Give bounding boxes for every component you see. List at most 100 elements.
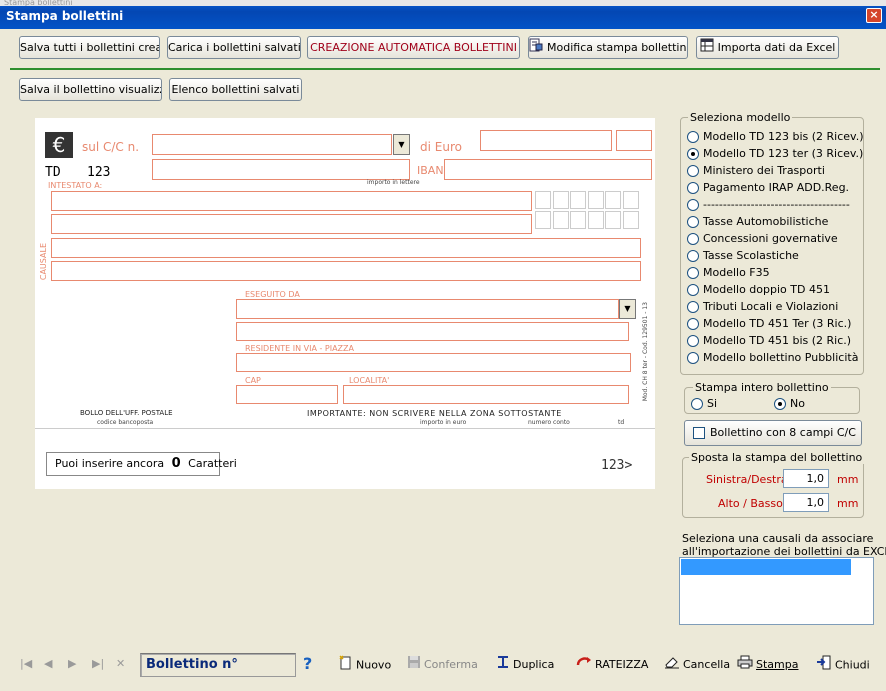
eseguito-label: ESEGUITO DA	[245, 290, 300, 299]
di-euro-label: di Euro	[420, 140, 462, 154]
radio-circle-icon	[687, 301, 699, 313]
modello-option-label: Modello TD 123 ter (3 Ricev.)	[703, 147, 864, 160]
intero-no-radio[interactable]: No	[774, 397, 805, 413]
duplica-label: Duplica	[513, 658, 555, 671]
importo-lettere-field[interactable]	[152, 159, 410, 180]
euro-cents-field[interactable]	[616, 130, 652, 151]
save-all-button[interactable]: Salva tutti i bollettini creati	[19, 36, 160, 59]
intero-title: Stampa intero bollettino	[693, 381, 831, 394]
intero-si-radio[interactable]: Si	[691, 397, 717, 413]
importo-lettere-caption: importo in lettere	[367, 179, 420, 186]
modello-option[interactable]: Tributi Locali e Violazioni	[687, 300, 838, 316]
stampa-button[interactable]: Stampa	[737, 655, 798, 675]
cc-dropdown[interactable]: ▼	[393, 134, 410, 155]
eseguito-field-1[interactable]	[236, 299, 619, 319]
bollettino-number-field[interactable]: Bollettino n°	[140, 653, 296, 677]
euro-amount-field[interactable]	[480, 130, 612, 151]
nav-button-3[interactable]: ▶|	[92, 655, 104, 675]
modello-option-label: Tributi Locali e Violazioni	[703, 300, 839, 313]
modello-option[interactable]: Modello F35	[687, 266, 770, 282]
modello-option-label: Modello TD 451 Ter (3 Ric.)	[703, 317, 852, 330]
nuovo-label: Nuovo	[356, 658, 392, 672]
localita-field[interactable]	[343, 385, 629, 404]
chars-count: 0	[171, 456, 181, 471]
cancella-label: Cancella	[683, 658, 731, 671]
radio-circle-icon	[687, 250, 699, 262]
nav-button-1[interactable]: ◀	[44, 655, 52, 675]
help-icon[interactable]: ?	[303, 655, 312, 675]
side-code: Mod. CH 8 ter - Cod. 129501 - 13	[642, 302, 649, 402]
printer-icon	[737, 655, 753, 675]
code-line: 123>	[601, 458, 633, 473]
modello-option[interactable]: Tasse Automobilistiche	[687, 215, 828, 231]
importante-label: IMPORTANTE: NON SCRIVERE NELLA ZONA SOTT…	[307, 409, 562, 418]
modello-option[interactable]: Modello TD 123 ter (3 Ricev.)	[687, 147, 863, 163]
causali-selected-item[interactable]	[681, 559, 851, 575]
chars-prefix: Puoi inserire ancora	[55, 457, 165, 470]
radio-circle-icon	[687, 335, 699, 347]
intestato-field-2[interactable]	[51, 214, 532, 234]
modello-option[interactable]: Ministero dei Trasporti	[687, 164, 825, 180]
modello-option[interactable]: Modello TD 123 bis (2 Ricev.)	[687, 130, 864, 146]
causali-list[interactable]	[679, 557, 874, 625]
alto-unit: mm	[837, 497, 859, 510]
duplica-button[interactable]: Duplica	[496, 655, 554, 675]
nav-button-2[interactable]: ▶	[68, 655, 76, 675]
nuovo-button[interactable]: Nuovo	[338, 655, 391, 675]
modello-option[interactable]: Concessioni governative	[687, 232, 838, 248]
saved-list-button[interactable]: Elenco bollettini salvati	[169, 78, 302, 101]
eseguito-field-2[interactable]	[236, 322, 629, 341]
stampa-label: Stampa	[756, 658, 799, 671]
sx-input[interactable]: 1,0	[783, 469, 829, 488]
intero-si-label: Si	[707, 397, 718, 410]
conferma-button[interactable]: Conferma	[407, 655, 478, 675]
save-disk-icon	[407, 655, 421, 675]
numero-conto-label: numero conto	[528, 419, 570, 426]
digit-cell	[552, 191, 569, 209]
cap-field[interactable]	[236, 385, 338, 404]
modify-print-button[interactable]: Modifica stampa bollettino	[528, 36, 688, 59]
causale-field-2[interactable]	[51, 261, 641, 281]
radio-circle-icon	[687, 182, 699, 194]
bollettino-slip: € sul C/C n. ▼ di Euro TD 123 IBAN impor…	[35, 118, 655, 489]
modello-option[interactable]: -------------------------------------	[687, 198, 850, 214]
td-small-label: td	[618, 419, 625, 426]
radio-circle-icon	[687, 216, 699, 228]
load-saved-button[interactable]: Carica i bollettini salvati	[167, 36, 301, 59]
save-current-button[interactable]: Salva il bollettino visualizzato	[19, 78, 162, 101]
bollo-label: BOLLO DELL'UFF. POSTALE	[80, 409, 173, 417]
radio-circle-icon	[687, 233, 699, 245]
intestato-label: INTESTATO A:	[48, 181, 103, 190]
chiudi-button[interactable]: Chiudi	[816, 655, 870, 675]
radio-circle-icon	[687, 318, 699, 330]
intestato-field-1[interactable]	[51, 191, 532, 211]
td-number: 123	[87, 165, 111, 180]
iban-field[interactable]	[444, 159, 652, 180]
nav-button-4[interactable]: ✕	[116, 655, 125, 675]
nav-button-0[interactable]: |◀	[20, 655, 32, 675]
modello-option[interactable]: Tasse Scolastiche	[687, 249, 799, 265]
import-excel-button[interactable]: Importa dati da Excel	[696, 36, 839, 59]
causale-field-1[interactable]	[51, 238, 641, 258]
rateizza-button[interactable]: RATEIZZA	[576, 655, 648, 675]
radio-circle-icon	[687, 284, 699, 296]
digit-cell	[605, 191, 621, 209]
window-title: Stampa bollettini	[6, 9, 124, 23]
otto-campi-checkbox[interactable]: Bollettino con 8 campi C/C	[684, 420, 862, 446]
auto-create-button[interactable]: CREAZIONE AUTOMATICA BOLLETTINI	[307, 36, 520, 59]
modello-option[interactable]: Modello bollettino Pubblicità	[687, 351, 858, 367]
causali-label-1: Seleziona una causali da associare	[682, 532, 874, 545]
cancella-button[interactable]: Cancella	[664, 655, 730, 675]
residente-field[interactable]	[236, 353, 631, 372]
eseguito-dropdown[interactable]: ▼	[619, 299, 636, 319]
radio-circle-icon	[687, 199, 699, 211]
modello-option[interactable]: Modello TD 451 Ter (3 Ric.)	[687, 317, 851, 333]
modello-option[interactable]: Pagamento IRAP ADD.Reg.	[687, 181, 849, 197]
alto-input[interactable]: 1,0	[783, 493, 829, 512]
digit-cell	[622, 191, 639, 209]
modello-option[interactable]: Modello TD 451 bis (2 Ric.)	[687, 334, 851, 350]
digit-cell	[587, 191, 604, 209]
close-button[interactable]: ×	[866, 8, 882, 23]
cc-number-field[interactable]	[152, 134, 392, 155]
modello-option[interactable]: Modello doppio TD 451	[687, 283, 830, 299]
